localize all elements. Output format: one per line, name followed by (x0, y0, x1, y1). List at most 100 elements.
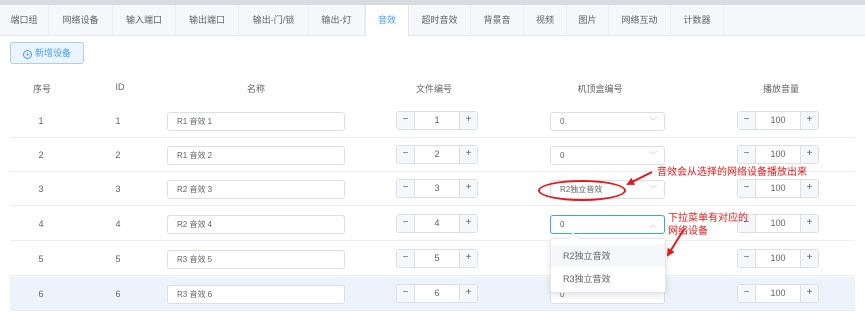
tab-sound-effects[interactable]: 音效 (365, 5, 409, 37)
decrement-button[interactable]: − (738, 250, 756, 267)
row-id: 1 (115, 116, 121, 126)
increment-button[interactable]: + (800, 112, 818, 129)
volume-stepper[interactable]: − 100 + (737, 249, 819, 268)
table-row: 6 6 R3 音效 6 − 6 + 0 ﹀ − 100 + (10, 277, 855, 311)
dropdown-option-r3[interactable]: R3独立音效 (551, 268, 665, 290)
increment-button[interactable]: + (800, 146, 818, 163)
plus-circle-icon: + (22, 50, 32, 59)
file-number-stepper[interactable]: − 4 + (396, 214, 478, 233)
decrement-button[interactable]: − (738, 112, 756, 129)
tab-network-devices[interactable]: 网络设备 (49, 5, 113, 36)
stepper-value[interactable]: 5 (415, 250, 459, 267)
box-number-select[interactable]: 0 ︿ (550, 215, 665, 234)
decrement-button[interactable]: − (397, 112, 415, 129)
header-name: 名称 (246, 84, 265, 94)
select-value: 0 (560, 117, 565, 126)
row-index: 2 (38, 150, 44, 160)
file-number-stepper[interactable]: − 2 + (396, 145, 478, 164)
increment-button[interactable]: + (459, 146, 477, 163)
table-row: 1 1 R1 音效 1 − 1 + 0 ﹀ − 100 + (10, 104, 855, 138)
chevron-down-icon: ﹀ (649, 117, 657, 126)
increment-button[interactable]: + (459, 112, 477, 129)
annotation-note-1: 音效会从选择的网络设备播放出来 (657, 167, 807, 178)
stepper-value[interactable]: 100 (756, 250, 800, 267)
decrement-button[interactable]: − (738, 146, 756, 163)
volume-stepper[interactable]: − 100 + (737, 111, 819, 130)
tab-background-music[interactable]: 背景音 (471, 5, 524, 36)
tab-output-door-lock[interactable]: 输出-门/锁 (239, 5, 309, 36)
tab-network-interaction[interactable]: 网络互动 (609, 5, 671, 36)
header-index: 序号 (32, 84, 51, 94)
file-number-stepper[interactable]: − 6 + (396, 284, 478, 303)
chevron-down-icon: ﹀ (649, 185, 657, 194)
volume-stepper[interactable]: − 100 + (737, 145, 819, 164)
increment-button[interactable]: + (459, 285, 477, 302)
name-input[interactable]: R2 音效 3 (167, 180, 345, 199)
decrement-button[interactable]: − (397, 180, 415, 197)
stepper-value[interactable]: 1 (415, 112, 459, 129)
stepper-value[interactable]: 3 (415, 180, 459, 197)
decrement-button[interactable]: − (738, 180, 756, 197)
select-value: 0 (560, 220, 565, 229)
header-file-number: 文件编号 (415, 84, 452, 94)
name-input[interactable]: R2 音效 4 (167, 215, 345, 234)
file-number-stepper[interactable]: − 1 + (396, 111, 478, 130)
row-id: 5 (115, 254, 121, 264)
name-input[interactable]: R1 音效 2 (167, 146, 345, 165)
stepper-value[interactable]: 4 (415, 215, 459, 232)
row-index: 6 (38, 289, 44, 299)
name-input[interactable]: R3 音效 6 (167, 285, 345, 304)
box-number-select[interactable]: 0 ﹀ (550, 146, 665, 165)
stepper-value[interactable]: 100 (756, 215, 800, 232)
annotation-note-2-line1: 下拉菜单有对应的 (668, 213, 748, 224)
stepper-value[interactable]: 6 (415, 285, 459, 302)
name-input[interactable]: R1 音效 1 (167, 112, 345, 131)
decrement-button[interactable]: − (397, 146, 415, 163)
decrement-button[interactable]: − (397, 250, 415, 267)
stepper-value[interactable]: 2 (415, 146, 459, 163)
tab-output-ports[interactable]: 输出端口 (176, 5, 239, 36)
name-input[interactable]: R3 音效 5 (167, 250, 345, 269)
add-device-button[interactable]: + 新增设备 (10, 42, 84, 64)
stepper-value[interactable]: 100 (756, 112, 800, 129)
increment-button[interactable]: + (800, 180, 818, 197)
increment-button[interactable]: + (800, 250, 818, 267)
file-number-stepper[interactable]: − 5 + (396, 249, 478, 268)
tab-image[interactable]: 图片 (567, 5, 609, 36)
dropdown-option-r2[interactable]: R2独立音效 (551, 245, 665, 267)
volume-stepper[interactable]: − 100 + (737, 214, 819, 233)
row-id: 6 (115, 289, 121, 299)
increment-button[interactable]: + (800, 285, 818, 302)
tab-bar: 端口组 网络设备 输入端口 输出端口 输出-门/锁 输出-灯 音效 超时音效 背… (0, 5, 865, 37)
increment-button[interactable]: + (459, 250, 477, 267)
file-number-stepper[interactable]: − 3 + (396, 179, 478, 198)
chevron-down-icon: ﹀ (649, 151, 657, 160)
volume-stepper[interactable]: − 100 + (737, 284, 819, 303)
tab-input-ports[interactable]: 输入端口 (113, 5, 176, 36)
increment-button[interactable]: + (800, 215, 818, 232)
header-id: ID (115, 82, 125, 92)
decrement-button[interactable]: − (397, 215, 415, 232)
tab-video[interactable]: 视频 (524, 5, 567, 36)
decrement-button[interactable]: − (738, 285, 756, 302)
tab-output-light[interactable]: 输出-灯 (309, 5, 365, 36)
row-index: 3 (38, 184, 44, 194)
box-number-dropdown: R2独立音效 R3独立音效 (550, 232, 666, 293)
tab-timeout-sound[interactable]: 超时音效 (409, 5, 471, 36)
volume-stepper[interactable]: − 100 + (737, 179, 819, 198)
increment-button[interactable]: + (459, 215, 477, 232)
header-box-number: 机顶盒编号 (577, 84, 623, 94)
row-index: 1 (38, 116, 44, 126)
box-number-select[interactable]: 0 ﹀ (550, 112, 665, 131)
header-volume: 播放音量 (762, 84, 799, 94)
select-value: 0 (560, 151, 565, 160)
stepper-value[interactable]: 100 (756, 285, 800, 302)
stepper-value[interactable]: 100 (756, 146, 800, 163)
tab-port-group[interactable]: 端口组 (0, 5, 49, 36)
row-index: 5 (38, 254, 44, 264)
decrement-button[interactable]: − (397, 285, 415, 302)
table-row: 5 5 R3 音效 5 − 5 + − 100 + (10, 242, 855, 276)
tab-counter[interactable]: 计数器 (671, 5, 724, 36)
increment-button[interactable]: + (459, 180, 477, 197)
stepper-value[interactable]: 100 (756, 180, 800, 197)
